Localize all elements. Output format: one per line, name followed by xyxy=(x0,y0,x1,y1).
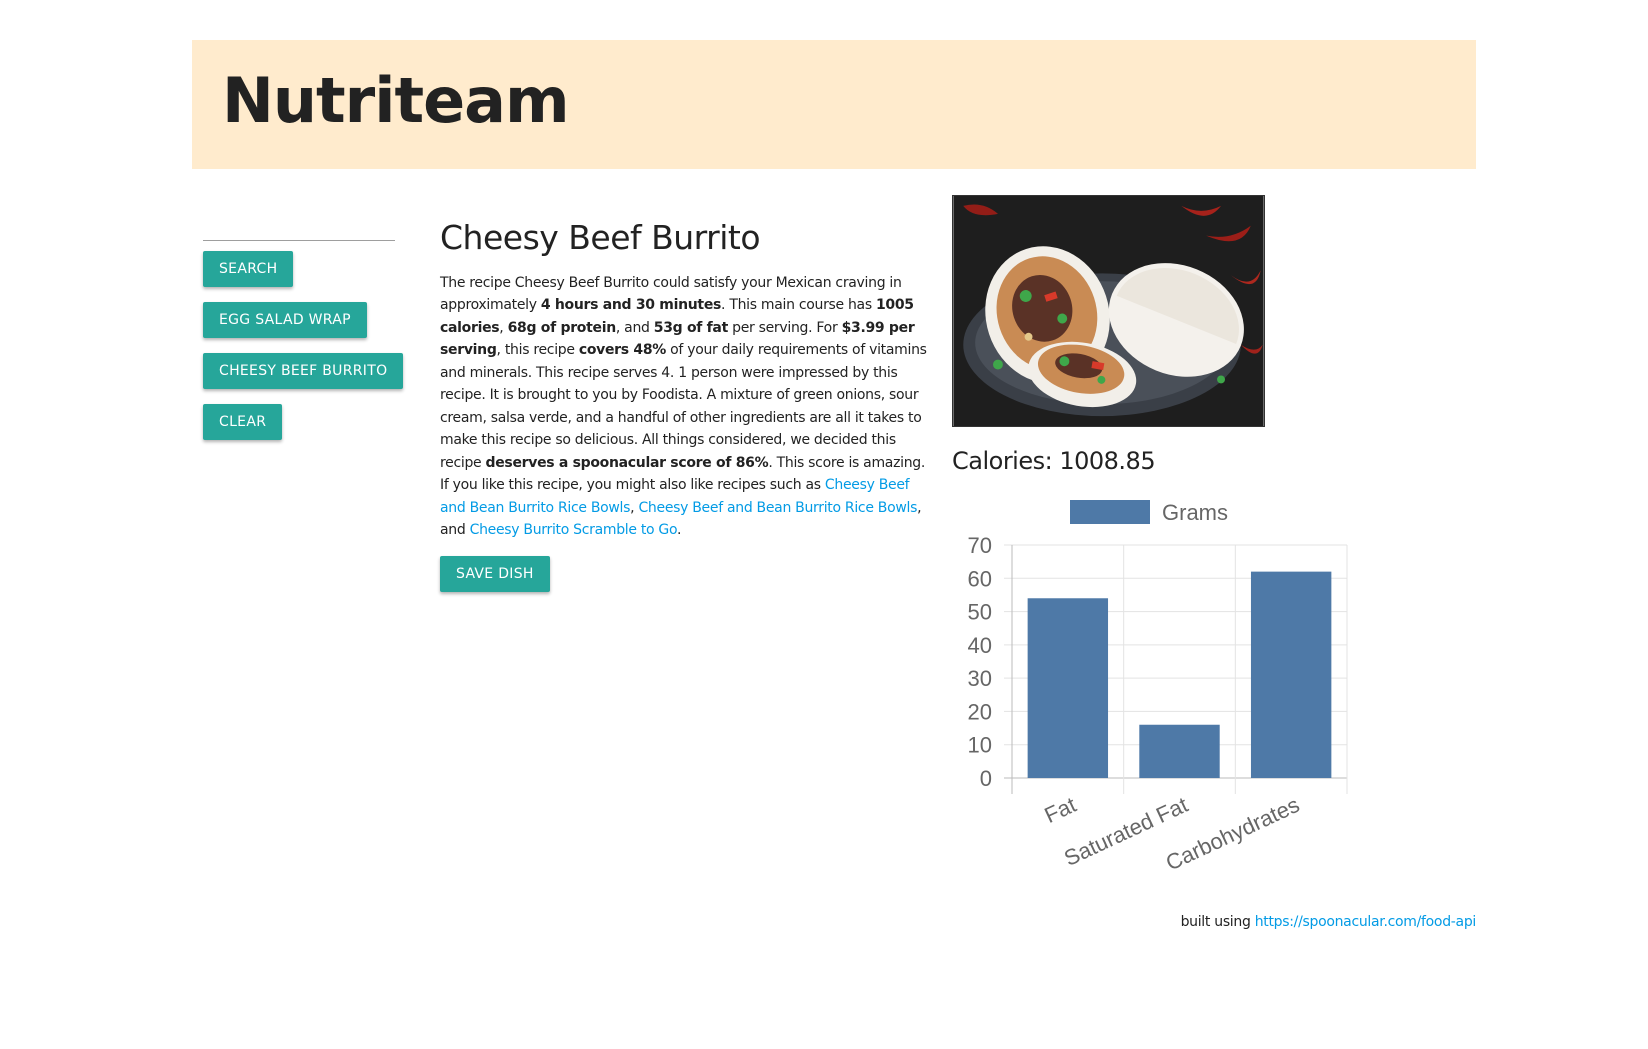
bar-saturated-fat xyxy=(1139,724,1220,778)
saved-dish-egg-salad-wrap-button[interactable]: EGG SALAD WRAP xyxy=(203,302,367,338)
x-tick-label: Fat xyxy=(1041,792,1080,828)
legend-swatch xyxy=(1070,500,1150,524)
nutrition-chart: Grams010203040506070FatSaturated FatCarb… xyxy=(968,500,1348,876)
bar-fat xyxy=(1027,598,1109,778)
y-tick-label: 30 xyxy=(968,666,992,691)
y-tick-label: 50 xyxy=(968,600,992,625)
calories-label: Calories: 1008.85 xyxy=(952,447,1156,475)
brand-logo[interactable]: Nutriteam xyxy=(222,70,570,132)
recipe-main: Cheesy Beef Burrito The recipe Cheesy Be… xyxy=(440,218,930,592)
search-button[interactable]: SEARCH xyxy=(203,251,294,287)
y-tick-label: 20 xyxy=(968,699,992,724)
clear-button[interactable]: CLEAR xyxy=(203,404,283,440)
footer: built using https://spoonacular.com/food… xyxy=(1180,914,1477,930)
y-tick-label: 0 xyxy=(980,766,992,791)
sidebar-divider xyxy=(203,240,395,241)
recipe-title: Cheesy Beef Burrito xyxy=(440,218,761,257)
bar-carbohydrates xyxy=(1250,571,1332,778)
recipe-summary: The recipe Cheesy Beef Burrito could sat… xyxy=(440,274,927,539)
save-dish-button[interactable]: SAVE DISH xyxy=(440,555,550,592)
legend-label: Grams xyxy=(1162,500,1228,525)
sidebar: SEARCH EGG SALAD WRAP CHEESY BEEF BURRIT… xyxy=(203,240,404,455)
recipe-aside: Calories: 1008.85 Grams 0 10 20 30 40 50 60 70 Fa… xyxy=(952,195,1352,876)
saved-dish-cheesy-beef-burrito-button[interactable]: CHEESY BEEF BURRITO xyxy=(203,353,404,389)
related-recipe-link-2[interactable]: Cheesy Beef and Bean Burrito Rice Bowls xyxy=(638,500,917,516)
footer-text: built using xyxy=(1180,914,1255,930)
spoonacular-link[interactable]: https://spoonacular.com/food-api xyxy=(1255,914,1477,930)
y-tick-label: 60 xyxy=(968,566,992,591)
related-recipe-link-3[interactable]: Cheesy Burrito Scramble to Go xyxy=(470,522,678,538)
dish-image xyxy=(952,195,1265,427)
header: Nutriteam xyxy=(192,40,1476,169)
y-tick-label: 10 xyxy=(968,733,992,758)
y-tick-label: 70 xyxy=(968,533,992,558)
y-tick-label: 40 xyxy=(968,633,992,658)
